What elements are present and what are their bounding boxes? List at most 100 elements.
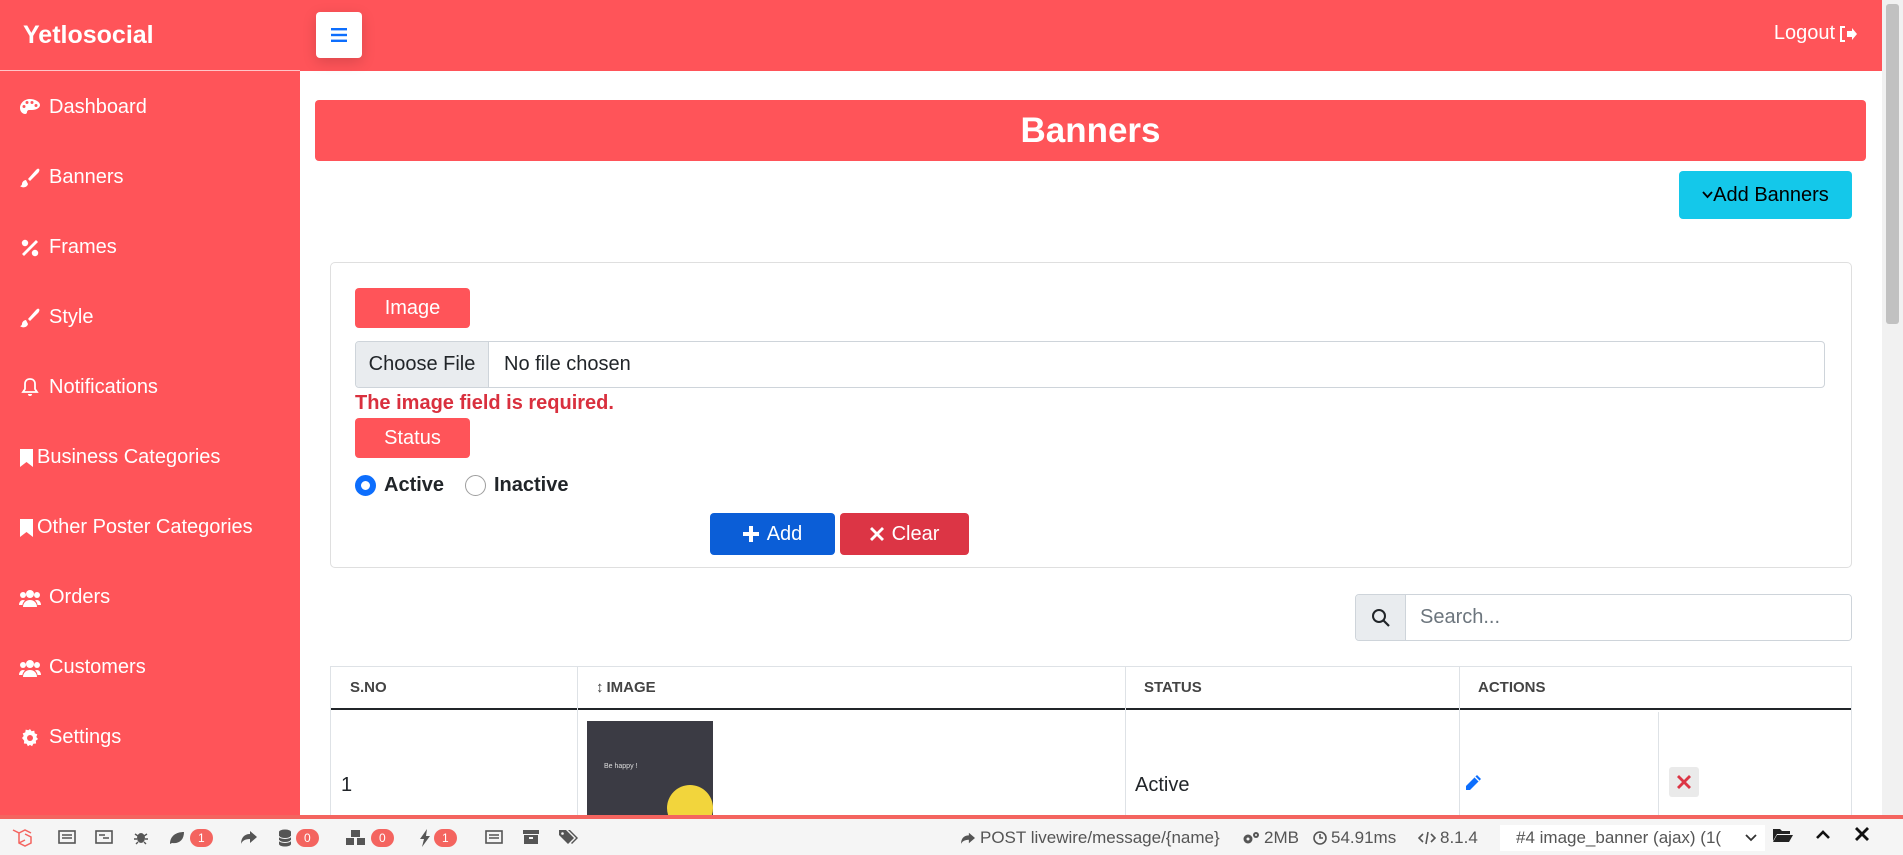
bookmark-icon (19, 448, 33, 468)
users-icon (19, 658, 41, 678)
delete-button[interactable] (1669, 767, 1699, 797)
plus-icon (742, 526, 759, 542)
status-radio-inactive[interactable]: Inactive (465, 474, 568, 497)
sidebar-item-label: Dashboard (49, 96, 147, 118)
column-divider (1459, 667, 1460, 815)
brush-icon (19, 168, 41, 188)
choose-file-button[interactable]: Choose File (356, 342, 489, 387)
route-share-icon[interactable] (240, 829, 258, 845)
sidebar-item-label: Banners (49, 166, 124, 188)
request-history-select[interactable]: #4 image_banner (ajax) (1( (1500, 825, 1765, 851)
percent-icon (19, 238, 41, 258)
duration-text: 54.91ms (1331, 828, 1397, 847)
column-header-sno: S.NO (331, 667, 577, 710)
maximize-chevron-up-icon[interactable] (1815, 828, 1831, 840)
image-label: Image (355, 288, 470, 328)
bell-icon (19, 377, 41, 398)
sidebar-item-label: Notifications (49, 376, 158, 398)
status-radio-active[interactable]: Active (355, 474, 444, 497)
sidebar-item-orders[interactable]: Orders (19, 586, 110, 609)
chevron-down-icon (1745, 834, 1757, 842)
close-icon (869, 527, 884, 541)
menu-toggle-button[interactable] (316, 12, 362, 58)
queries-database-icon[interactable]: 0 (278, 829, 319, 847)
brand-logo[interactable]: Yetlosocial (0, 0, 300, 71)
sidebar-item-dashboard[interactable]: Dashboard (19, 96, 147, 119)
search-icon (1356, 595, 1406, 640)
php-version-text: 8.1.4 (1440, 828, 1478, 847)
column-divider (1658, 712, 1659, 815)
request-route-text: POST livewire/message/{name} (980, 828, 1220, 847)
add-button-label: Add (766, 522, 803, 545)
memory-text: 2MB (1264, 828, 1299, 847)
radio-unchecked-icon[interactable] (465, 475, 486, 496)
sidebar-item-label: Customers (49, 656, 146, 678)
bookmark-icon (19, 518, 33, 538)
clock-icon (1313, 831, 1327, 845)
palette-icon (19, 98, 41, 118)
add-button[interactable]: Add (710, 513, 835, 555)
debug-bar: 1 0 0 1 POST livewire/message/{name} 2MB… (0, 815, 1903, 855)
models-count-badge: 0 (371, 829, 394, 847)
brush-icon (19, 308, 41, 328)
banner-thumbnail-text: Be happy ! (604, 763, 638, 770)
messages-icon[interactable] (58, 829, 76, 845)
sidebar-item-style[interactable]: Style (19, 306, 93, 329)
radio-inactive-label: Inactive (494, 474, 569, 496)
sidebar-item-notifications[interactable]: Notifications (19, 376, 158, 399)
views-leaf-icon[interactable]: 1 (168, 829, 213, 847)
sidebar-item-label: Other Poster Categories (37, 516, 253, 538)
radio-checked-icon[interactable] (355, 475, 376, 496)
image-file-input[interactable]: Choose File No file chosen (355, 341, 1825, 388)
exceptions-bug-icon[interactable] (133, 829, 149, 845)
sign-out-icon (1840, 25, 1857, 42)
request-icon[interactable] (485, 829, 503, 845)
row-status: Active (1135, 774, 1190, 796)
column-header-image-label: IMAGE (606, 679, 656, 696)
search-input[interactable] (1406, 595, 1851, 640)
banner-thumbnail: Be happy ! (587, 721, 713, 815)
sidebar-item-customers[interactable]: Customers (19, 656, 146, 679)
row-sno: 1 (341, 774, 353, 796)
php-version: 8.1.4 (1418, 828, 1478, 848)
sidebar-item-label: Frames (49, 236, 117, 258)
open-folder-icon[interactable] (1772, 827, 1794, 843)
sidebar-item-frames[interactable]: Frames (19, 236, 117, 259)
sidebar-item-settings[interactable]: Settings (19, 726, 121, 749)
sidebar-item-business-categories[interactable]: Business Categories (19, 446, 220, 469)
add-banners-button[interactable]: Add Banners (1679, 171, 1852, 219)
scrollbar-thumb[interactable] (1886, 4, 1899, 324)
livewire-bolt-icon[interactable]: 1 (420, 829, 457, 847)
timeline-icon[interactable] (95, 829, 113, 845)
logout-link[interactable]: Logout (1774, 22, 1857, 45)
sidebar-item-label: Orders (49, 586, 111, 608)
thumbnail-decoration (667, 785, 713, 815)
sidebar-item-label: Settings (49, 726, 122, 748)
memory-usage: 2MB (1242, 828, 1299, 848)
status-label: Status (355, 418, 470, 458)
search-box (1355, 594, 1852, 641)
radio-active-label: Active (384, 474, 445, 496)
image-error-message: The image field is required. (355, 392, 614, 414)
request-history-value: #4 image_banner (ajax) (1( (1516, 828, 1722, 847)
laravel-logo-icon[interactable] (10, 826, 34, 850)
sort-icon: ↕ (596, 679, 604, 696)
hamburger-icon (331, 28, 347, 42)
sidebar-item-label: Style (49, 306, 94, 328)
sidebar-item-other-poster-categories[interactable]: Other Poster Categories (19, 516, 253, 539)
close-debugbar-icon[interactable] (1855, 827, 1869, 841)
sidebar-item-banners[interactable]: Banners (19, 166, 124, 189)
vertical-scrollbar[interactable] (1882, 0, 1903, 815)
column-header-image[interactable]: ↕ IMAGE (577, 667, 1125, 710)
column-header-actions: ACTIONS (1459, 667, 1851, 710)
clear-button[interactable]: Clear (840, 513, 969, 555)
sidebar: Yetlosocial Dashboard Banners Frames Sty… (0, 0, 300, 815)
add-banners-label: Add Banners (1713, 183, 1829, 206)
session-archive-icon[interactable] (522, 829, 540, 845)
top-navbar: Logout (300, 0, 1882, 71)
models-cubes-icon[interactable]: 0 (345, 829, 394, 847)
request-route: POST livewire/message/{name} (960, 828, 1220, 848)
tags-icon[interactable] (558, 829, 578, 845)
edit-pencil-icon[interactable] (1464, 774, 1482, 797)
column-divider (1125, 667, 1126, 815)
